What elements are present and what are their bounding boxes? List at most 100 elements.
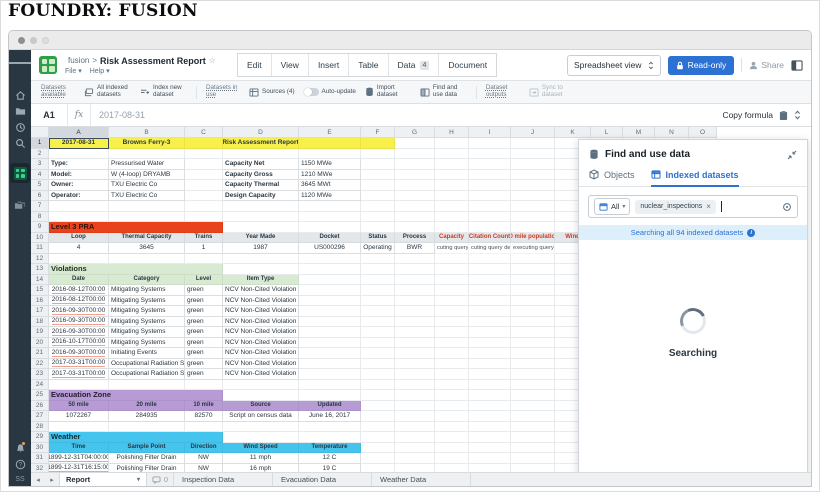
projects-icon[interactable] xyxy=(9,197,31,213)
tab-weather-data[interactable]: Weather Data xyxy=(371,473,470,486)
cell-H18[interactable] xyxy=(435,317,469,328)
row-header-5[interactable]: 5 xyxy=(31,180,49,191)
cell-A21[interactable]: 2016-09-30T00:00 xyxy=(49,348,109,359)
cell-C11[interactable]: 1 xyxy=(185,243,223,254)
cell-I9[interactable] xyxy=(469,222,511,233)
cell-I17[interactable] xyxy=(469,306,511,317)
cell-I2[interactable] xyxy=(469,149,511,160)
cell-J30[interactable] xyxy=(511,443,555,454)
cell-F16[interactable] xyxy=(361,296,395,307)
cell-D32[interactable]: 16 mph xyxy=(223,464,299,473)
cell-C12[interactable] xyxy=(185,254,223,265)
cell-J25[interactable] xyxy=(511,390,555,401)
cell-A31[interactable]: 1899-12-31T04:00:00 xyxy=(49,453,109,464)
column-header-O[interactable]: O xyxy=(689,127,717,138)
cell-D31[interactable]: 11 mph xyxy=(223,453,299,464)
cell-E20[interactable] xyxy=(299,338,361,349)
cell-G21[interactable] xyxy=(395,348,435,359)
row-header-1[interactable]: 1 xyxy=(31,138,49,149)
cell-H16[interactable] xyxy=(435,296,469,307)
cell-F18[interactable] xyxy=(361,317,395,328)
row-header-31[interactable]: 31 xyxy=(31,453,49,464)
search-filter-chip[interactable]: nuclear_inspections × xyxy=(635,200,716,214)
cell-I27[interactable] xyxy=(469,411,511,422)
row-header-11[interactable]: 11 xyxy=(31,243,49,254)
comments-indicator[interactable]: 0 xyxy=(147,473,173,486)
cell-D24[interactable] xyxy=(223,380,299,391)
cell-G16[interactable] xyxy=(395,296,435,307)
cell-A7[interactable] xyxy=(49,201,109,212)
cell-J24[interactable] xyxy=(511,380,555,391)
cell-C27[interactable]: 82570 xyxy=(185,411,223,422)
cell-G22[interactable] xyxy=(395,359,435,370)
cell-E31[interactable]: 12 C xyxy=(299,453,361,464)
cell-C24[interactable] xyxy=(185,380,223,391)
cell-E8[interactable] xyxy=(299,212,361,223)
cell-C10[interactable]: Trains xyxy=(185,233,223,244)
cell-H21[interactable] xyxy=(435,348,469,359)
cell-F26[interactable] xyxy=(361,401,395,412)
copy-formula-button[interactable]: Copy formula xyxy=(722,110,773,120)
cell-B12[interactable] xyxy=(109,254,185,265)
tab-indexed-datasets[interactable]: Indexed datasets xyxy=(651,169,739,186)
cell-H26[interactable] xyxy=(435,401,469,412)
cell-A29[interactable]: Weather xyxy=(49,432,223,443)
cell-J16[interactable] xyxy=(511,296,555,307)
cell-J29[interactable] xyxy=(511,432,555,443)
cell-F23[interactable] xyxy=(361,369,395,380)
cell-G5[interactable] xyxy=(395,180,435,191)
row-header-6[interactable]: 6 xyxy=(31,191,49,202)
cell-J2[interactable] xyxy=(511,149,555,160)
cell-E18[interactable] xyxy=(299,317,361,328)
cell-H17[interactable] xyxy=(435,306,469,317)
cell-G12[interactable] xyxy=(395,254,435,265)
cell-A28[interactable] xyxy=(49,422,109,433)
cell-C18[interactable]: green xyxy=(185,317,223,328)
cell-D19[interactable]: NCV Non-Cited Violation xyxy=(223,327,299,338)
cell-A10[interactable]: Loop xyxy=(49,233,109,244)
cell-A17[interactable]: 2016-09-30T00:00 xyxy=(49,306,109,317)
cell-E12[interactable] xyxy=(299,254,361,265)
column-header-D[interactable]: D xyxy=(223,127,299,138)
cell-A12[interactable] xyxy=(49,254,109,265)
history-icon[interactable] xyxy=(9,119,31,135)
row-header-23[interactable]: 23 xyxy=(31,369,49,380)
cell-G23[interactable] xyxy=(395,369,435,380)
cell-F19[interactable] xyxy=(361,327,395,338)
cell-F24[interactable] xyxy=(361,380,395,391)
cell-D17[interactable]: NCV Non-Cited Violation xyxy=(223,306,299,317)
cell-J12[interactable] xyxy=(511,254,555,265)
cell-D18[interactable]: NCV Non-Cited Violation xyxy=(223,317,299,328)
cell-I4[interactable] xyxy=(469,170,511,181)
notifications-bell-icon[interactable] xyxy=(9,440,31,456)
cell-A23[interactable]: 2017-03-31T00:00 xyxy=(49,369,109,380)
row-header-3[interactable]: 3 xyxy=(31,159,49,170)
cell-A20[interactable]: 2016-10-17T00:00 xyxy=(49,338,109,349)
cell-I1[interactable] xyxy=(469,138,511,149)
row-header-32[interactable]: 32 xyxy=(31,464,49,473)
fusion-app-icon[interactable] xyxy=(10,163,30,183)
cell-A15[interactable]: 2016-08-12T00:00 xyxy=(49,285,109,296)
cell-B4[interactable]: W (4-loop) DRYAMB xyxy=(109,170,185,181)
column-header-K[interactable]: K xyxy=(555,127,591,138)
row-header-17[interactable]: 17 xyxy=(31,306,49,317)
cell-E14[interactable] xyxy=(299,275,361,286)
cell-A4[interactable]: Model: xyxy=(49,170,109,181)
cell-F15[interactable] xyxy=(361,285,395,296)
cell-G31[interactable] xyxy=(395,453,435,464)
cell-B26[interactable]: 20 mile xyxy=(109,401,185,412)
cell-F21[interactable] xyxy=(361,348,395,359)
cell-C5[interactable] xyxy=(185,180,223,191)
read-only-button[interactable]: Read-only xyxy=(668,56,735,75)
cell-I24[interactable] xyxy=(469,380,511,391)
cell-D4[interactable]: Capacity Gross xyxy=(223,170,299,181)
cell-H20[interactable] xyxy=(435,338,469,349)
row-header-8[interactable]: 8 xyxy=(31,212,49,223)
breadcrumb-project[interactable]: fusion xyxy=(68,56,89,65)
cell-C30[interactable]: Direction xyxy=(185,443,223,454)
cell-E28[interactable] xyxy=(299,422,361,433)
cell-I6[interactable] xyxy=(469,191,511,202)
cell-B21[interactable]: Initiating Events xyxy=(109,348,185,359)
cell-E32[interactable]: 19 C xyxy=(299,464,361,473)
cell-D30[interactable]: Wind Speed xyxy=(223,443,299,454)
